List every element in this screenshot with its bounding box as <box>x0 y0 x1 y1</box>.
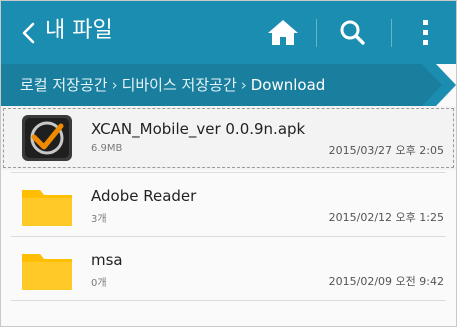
breadcrumb-item-current[interactable]: Download <box>251 76 326 94</box>
file-manager-window: 내 파일 로컬 저장공간 › 디바이스 저장공간 › Download XCAN… <box>0 0 457 327</box>
folder-date: 2015/02/12 오후 1:25 <box>328 211 444 224</box>
folder-row-adobe-reader[interactable]: Adobe Reader 3개 2015/02/12 오후 1:25 <box>1 173 456 237</box>
breadcrumb-arrow-decoration <box>422 64 456 106</box>
page-title: 내 파일 <box>45 18 113 43</box>
folder-row-msa[interactable]: msa 0개 2015/02/09 오전 9:42 <box>1 237 456 301</box>
toolbar-divider <box>316 19 317 47</box>
folder-icon <box>22 254 72 290</box>
file-name: XCAN_Mobile_ver 0.0.9n.apk <box>91 120 306 138</box>
file-row-apk[interactable]: XCAN_Mobile_ver 0.0.9n.apk 6.9MB 2015/03… <box>1 106 456 170</box>
folder-name: Adobe Reader <box>91 187 197 205</box>
breadcrumb-item-device-storage[interactable]: 디바이스 저장공간 <box>122 76 237 94</box>
breadcrumb: 로컬 저장공간 › 디바이스 저장공간 › Download <box>1 64 456 106</box>
breadcrumb-item-local-storage[interactable]: 로컬 저장공간 <box>20 76 108 94</box>
chevron-right-icon: › <box>240 76 247 94</box>
back-arrow-icon[interactable] <box>15 18 45 48</box>
folder-icon <box>22 190 72 226</box>
file-size: 6.9MB <box>91 143 123 154</box>
search-button[interactable] <box>333 15 373 49</box>
file-date: 2015/03/27 오후 2:05 <box>328 144 444 157</box>
toolbar-divider <box>391 19 392 47</box>
row-divider <box>11 300 446 301</box>
app-bar: 내 파일 <box>1 1 456 64</box>
more-options-button[interactable] <box>409 15 441 49</box>
item-count: 3개 <box>91 214 107 225</box>
folder-date: 2015/02/09 오전 9:42 <box>328 275 444 288</box>
more-vertical-icon <box>423 20 428 45</box>
item-count: 0개 <box>91 278 107 289</box>
folder-name: msa <box>91 251 123 269</box>
home-icon <box>268 20 298 45</box>
home-button[interactable] <box>263 15 303 49</box>
search-icon <box>340 20 365 45</box>
apk-app-icon <box>22 115 72 161</box>
chevron-right-icon: › <box>111 76 118 94</box>
